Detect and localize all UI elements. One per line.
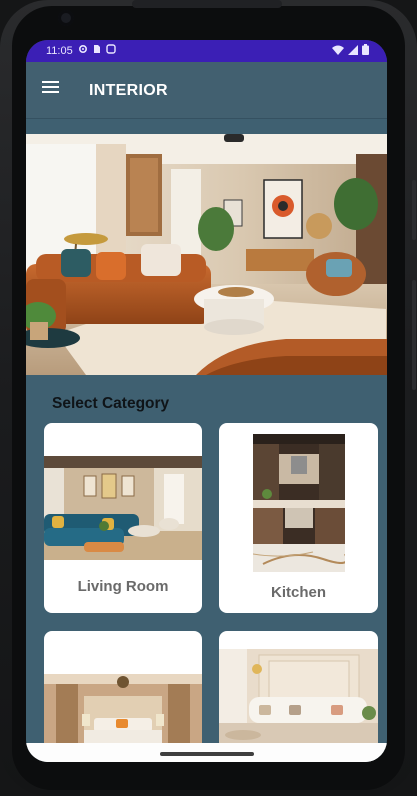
bedroom-photo xyxy=(44,674,202,754)
living-room-photo xyxy=(44,456,202,560)
category-card-kitchen[interactable]: Kitchen xyxy=(219,423,378,613)
gear-icon xyxy=(78,44,88,57)
gesture-handle[interactable] xyxy=(160,752,254,756)
sim-icon xyxy=(93,44,101,57)
record-icon xyxy=(106,44,116,57)
app-bar: INTERIOR xyxy=(26,62,387,119)
wifi-icon xyxy=(332,45,344,58)
hamburger-menu-icon[interactable] xyxy=(42,81,59,93)
volume-button xyxy=(412,280,416,390)
power-button xyxy=(412,180,416,240)
category-card-living-room[interactable]: Living Room xyxy=(44,423,202,613)
app-title: INTERIOR xyxy=(89,82,168,99)
app-screen: 11:05 INTERIOR Select Category Living Ro… xyxy=(26,40,387,762)
front-camera xyxy=(58,10,74,26)
signal-icon xyxy=(348,44,358,58)
section-title: Select Category xyxy=(52,395,170,412)
kitchen-photo xyxy=(253,434,345,572)
living-room-hero-photo xyxy=(26,134,387,375)
status-time: 11:05 xyxy=(46,44,73,57)
status-bar: 11:05 xyxy=(26,40,387,62)
battery-icon xyxy=(362,44,369,58)
lounge-photo xyxy=(219,649,378,745)
category-label: Living Room xyxy=(77,578,169,595)
hero-image xyxy=(26,134,387,375)
category-label: Kitchen xyxy=(270,584,326,601)
earpiece-speaker xyxy=(132,0,282,8)
phone-frame: 11:05 INTERIOR Select Category Living Ro… xyxy=(0,0,417,796)
